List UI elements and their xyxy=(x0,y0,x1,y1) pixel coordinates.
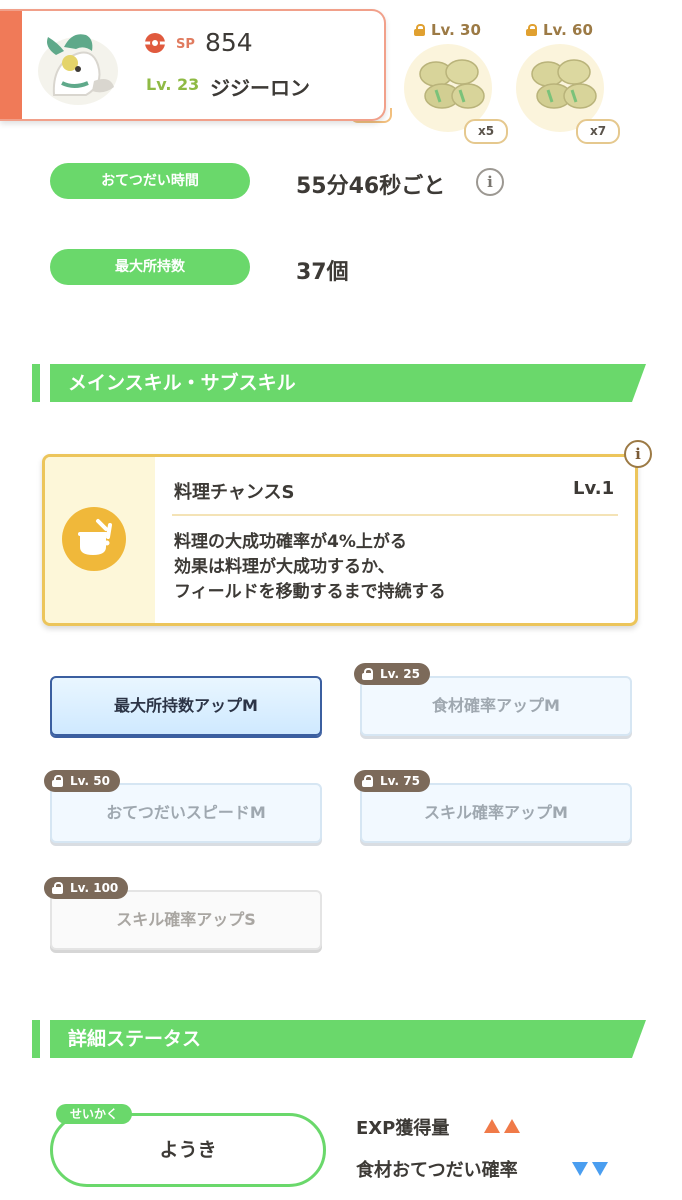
lock-icon xyxy=(526,24,537,36)
ingredient-unlock-label: Lv. 30 xyxy=(431,21,481,39)
nature-tag: せいかく xyxy=(56,1104,133,1124)
ingredient-count: x5 xyxy=(464,119,508,144)
sub-skill-5-unlock: Lv. 100 xyxy=(44,877,129,899)
down-arrow-icon xyxy=(572,1162,588,1176)
lock-icon xyxy=(52,882,63,894)
pokemon-card[interactable] xyxy=(0,9,386,121)
lock-icon xyxy=(362,668,373,680)
lock-icon xyxy=(52,775,63,787)
sub-skill-4[interactable]: スキル確率アップM xyxy=(360,783,632,843)
bean-icon xyxy=(419,59,485,109)
section-title-skills: メインスキル・サブスキル xyxy=(68,372,296,394)
up-arrow-icon xyxy=(504,1119,520,1133)
skill-desc-line: 料理の大成功確率が4%上がる xyxy=(174,532,407,552)
ingredient-slot-lv60[interactable]: Lv. 60 x7 xyxy=(516,20,620,144)
stat-label-help-time: おてつだい時間 xyxy=(50,163,250,199)
nature-effect-exp: EXP獲得量 xyxy=(356,1118,450,1139)
ingredient-count: x7 xyxy=(576,119,620,144)
nature-box[interactable]: ようき xyxy=(50,1113,326,1187)
sub-skill-4-unlock: Lv. 75 xyxy=(354,770,430,792)
sub-skill-1[interactable]: 最大所持数アップM xyxy=(50,676,322,736)
sub-skill-3[interactable]: おてつだいスピードM xyxy=(50,783,322,843)
stat-value-help-time: 55分46秒ごと xyxy=(296,174,446,199)
up-arrow-icon xyxy=(484,1119,500,1133)
sub-skill-2[interactable]: 食材確率アップM xyxy=(360,676,632,736)
skill-info-icon[interactable]: i xyxy=(624,440,652,468)
down-arrow-icon xyxy=(592,1162,608,1176)
sub-skill-3-unlock: Lv. 50 xyxy=(44,770,120,792)
section-title-details: 詳細ステータス xyxy=(68,1028,202,1050)
section-accent xyxy=(32,1020,40,1058)
skill-divider xyxy=(172,514,618,516)
stat-label-max-carry: 最大所持数 xyxy=(50,249,250,285)
ingredient-unlock: Lv. 60 xyxy=(526,20,593,40)
main-skill-name: 料理チャンスS xyxy=(174,482,295,503)
lock-icon xyxy=(414,24,425,36)
unlock-level: Lv. 100 xyxy=(70,881,119,895)
pokemon-name: ジジーロン xyxy=(210,76,310,100)
section-accent xyxy=(32,364,40,402)
nature-effect-ingredient: 食材おてつだい確率 xyxy=(356,1160,518,1181)
lock-icon xyxy=(362,775,373,787)
up-arrows-icon xyxy=(484,1119,520,1133)
sp-value: 854 xyxy=(205,28,253,57)
ingredient-slot-lv30[interactable]: Lv. 30 x5 xyxy=(404,20,508,144)
down-arrows-icon xyxy=(572,1162,608,1176)
unlock-level: Lv. 50 xyxy=(70,774,110,788)
skill-desc-line: フィールドを移動するまで持続する xyxy=(174,582,446,602)
pokemon-avatar-icon xyxy=(38,34,118,105)
main-skill-description: 料理の大成功確率が4%上がる 効果は料理が大成功するか、 フィールドを移動するま… xyxy=(174,530,446,605)
ingredient-unlock: Lv. 30 xyxy=(414,20,481,40)
card-stripe xyxy=(0,11,22,119)
cooking-pot-icon xyxy=(62,507,126,571)
unlock-level: Lv. 75 xyxy=(380,774,420,788)
sp-label: SP xyxy=(176,37,195,52)
info-icon[interactable]: i xyxy=(476,168,504,196)
stat-value-max-carry: 37個 xyxy=(296,260,349,285)
unlock-level: Lv. 25 xyxy=(380,667,420,681)
main-skill-level: Lv.1 xyxy=(573,478,615,499)
sp-icon xyxy=(145,33,165,53)
ingredient-unlock-label: Lv. 60 xyxy=(543,21,593,39)
skill-desc-line: 効果は料理が大成功するか、 xyxy=(174,557,395,577)
sub-skill-5[interactable]: スキル確率アップS xyxy=(50,890,322,950)
sub-skill-2-unlock: Lv. 25 xyxy=(354,663,430,685)
bean-icon xyxy=(531,59,597,109)
pokemon-level: Lv. 23 xyxy=(146,75,200,94)
